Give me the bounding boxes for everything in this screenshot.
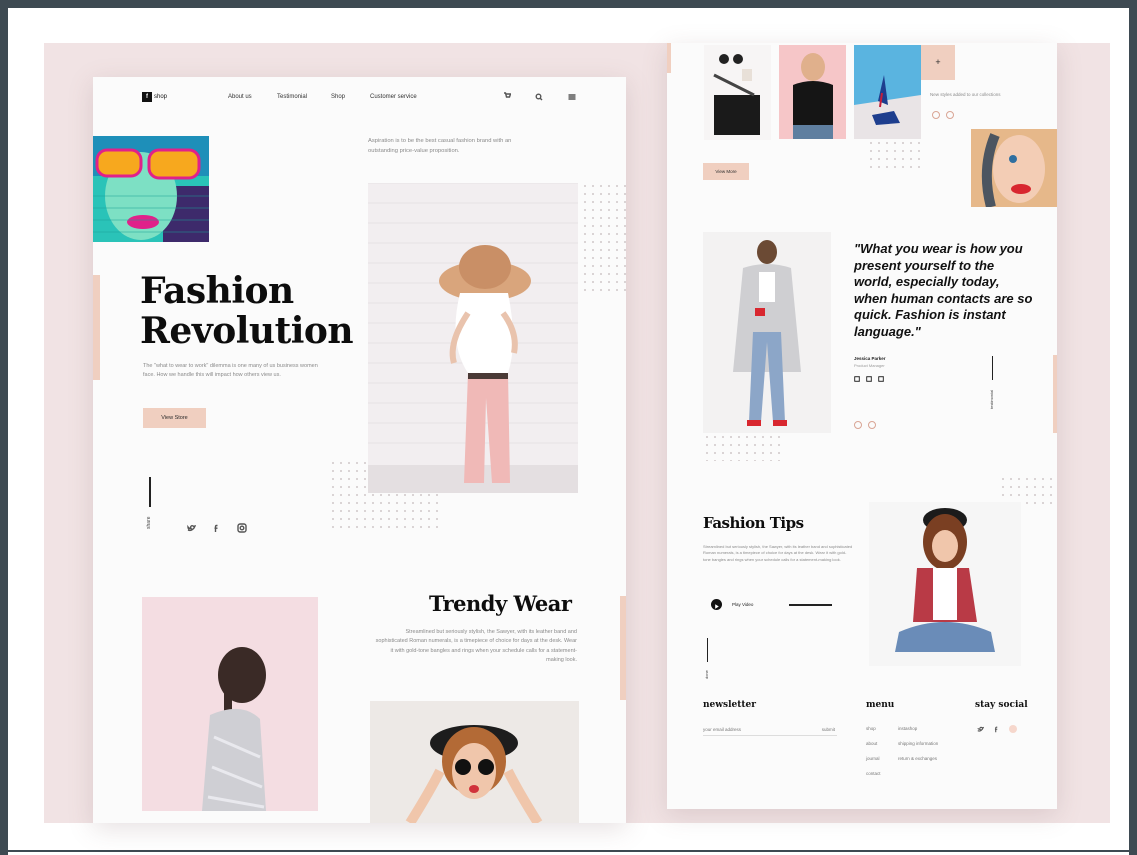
nav-shop[interactable]: Shop (331, 94, 345, 100)
email-field[interactable]: your email address submit (703, 726, 837, 736)
testimonial-line (992, 356, 993, 380)
prev-button[interactable] (932, 111, 940, 119)
bob-haircut-image (142, 597, 318, 811)
add-button[interactable]: + (921, 45, 955, 80)
logo-text: shop (154, 94, 168, 100)
instagram-icon[interactable] (866, 376, 872, 382)
hero-model-image (368, 183, 578, 493)
footer-link-shipping[interactable]: shipping information (898, 741, 938, 746)
accent-bar (1053, 355, 1057, 433)
done-line (707, 638, 708, 662)
dot-pattern (867, 139, 922, 173)
twitter-icon[interactable] (187, 524, 196, 533)
accent-bar (667, 43, 671, 73)
tshirt-model-image (779, 45, 846, 139)
play-button[interactable] (711, 599, 722, 610)
nav-about-us[interactable]: About us (228, 94, 252, 100)
new-styles-text: New styles added to our collections (930, 92, 1001, 97)
footer-link-contact[interactable]: contact (866, 771, 881, 776)
play-video-label[interactable]: Play Video (732, 602, 753, 607)
testimonial-quote: "What you wear is how you present yourse… (854, 241, 1033, 339)
done-label: done (704, 670, 709, 679)
testimonial-label: testimonial (989, 389, 994, 409)
video-progress-line (789, 604, 832, 606)
stay-social-title: stay social (975, 700, 1028, 710)
frame-bottom-line (0, 850, 1137, 852)
accent-bar (620, 596, 626, 700)
pop-art-face-image (971, 129, 1057, 207)
aspiration-text: Aspiration is to be the best casual fash… (368, 138, 512, 154)
share-label: share (146, 516, 152, 529)
hero-title-line1: Fashion (140, 270, 294, 312)
footer-link-instashop[interactable]: instashop (898, 726, 917, 731)
next-button[interactable] (868, 421, 876, 429)
twitter-icon[interactable] (977, 726, 984, 733)
logo-mark: f (142, 92, 152, 102)
footer-social-icons (977, 725, 1017, 733)
footer-link-journal[interactable]: journal (866, 756, 880, 761)
instagram-icon[interactable] (878, 376, 884, 382)
footer-link-returns[interactable]: return & exchanges (898, 756, 937, 761)
menu-icon[interactable] (568, 93, 576, 101)
fashion-tips-title: Fashion Tips (703, 514, 804, 532)
newsletter-title: newsletter (703, 700, 757, 710)
play-icon (715, 604, 719, 609)
dot-pattern (999, 475, 1057, 505)
product-page-mockup: + New styles added to our collections Vi… (667, 43, 1057, 809)
prev-button[interactable] (854, 421, 862, 429)
fashion-tips-body: Streamlined but seriously stylish, the S… (703, 544, 853, 562)
facebook-icon[interactable] (993, 726, 1000, 733)
accessories-image (704, 45, 771, 140)
testimonial-model-image (703, 232, 831, 433)
footer-link-shop[interactable]: shop (866, 726, 876, 731)
instagram-icon[interactable] (237, 523, 247, 533)
menu-title: menu (866, 700, 895, 710)
instagram-icon[interactable] (854, 376, 860, 382)
accent-bar (93, 275, 100, 380)
nav-customer-service[interactable]: Customer service (370, 94, 417, 100)
dot-pattern (581, 182, 626, 292)
dot-pattern (703, 433, 783, 461)
next-button[interactable] (946, 111, 954, 119)
fashion-tips-model-image (869, 502, 1021, 666)
author-name: Jessica Parker (854, 356, 886, 361)
heels-image (854, 45, 921, 139)
logo[interactable]: f shop (142, 92, 167, 102)
email-placeholder: your email address (703, 727, 742, 732)
pop-art-image (93, 136, 209, 242)
instagram-icon[interactable] (1009, 725, 1017, 733)
sunglasses-model-image (370, 701, 579, 823)
submit-button[interactable]: submit (822, 727, 835, 732)
author-social-icons (854, 376, 884, 382)
hero-body: The "what to wear to work" dilemma is on… (143, 363, 318, 379)
cart-icon[interactable] (503, 92, 511, 100)
author-role: Product Manager (854, 363, 885, 368)
landing-page-mockup: f shop About us Testimonial Shop Custome… (93, 77, 626, 823)
hero-title-line2: Revolution (140, 310, 354, 352)
view-store-button[interactable]: View Store (143, 408, 206, 428)
footer-link-about[interactable]: about (866, 741, 877, 746)
nav-testimonial[interactable]: Testimonial (277, 94, 307, 100)
facebook-icon[interactable] (212, 524, 221, 533)
trendy-wear-title: Trendy Wear (429, 591, 572, 616)
view-more-button[interactable]: View More (703, 163, 749, 180)
trendy-wear-body: Streamlined but seriously stylish, the S… (375, 629, 577, 664)
search-icon[interactable] (535, 93, 543, 101)
share-line (149, 477, 151, 507)
